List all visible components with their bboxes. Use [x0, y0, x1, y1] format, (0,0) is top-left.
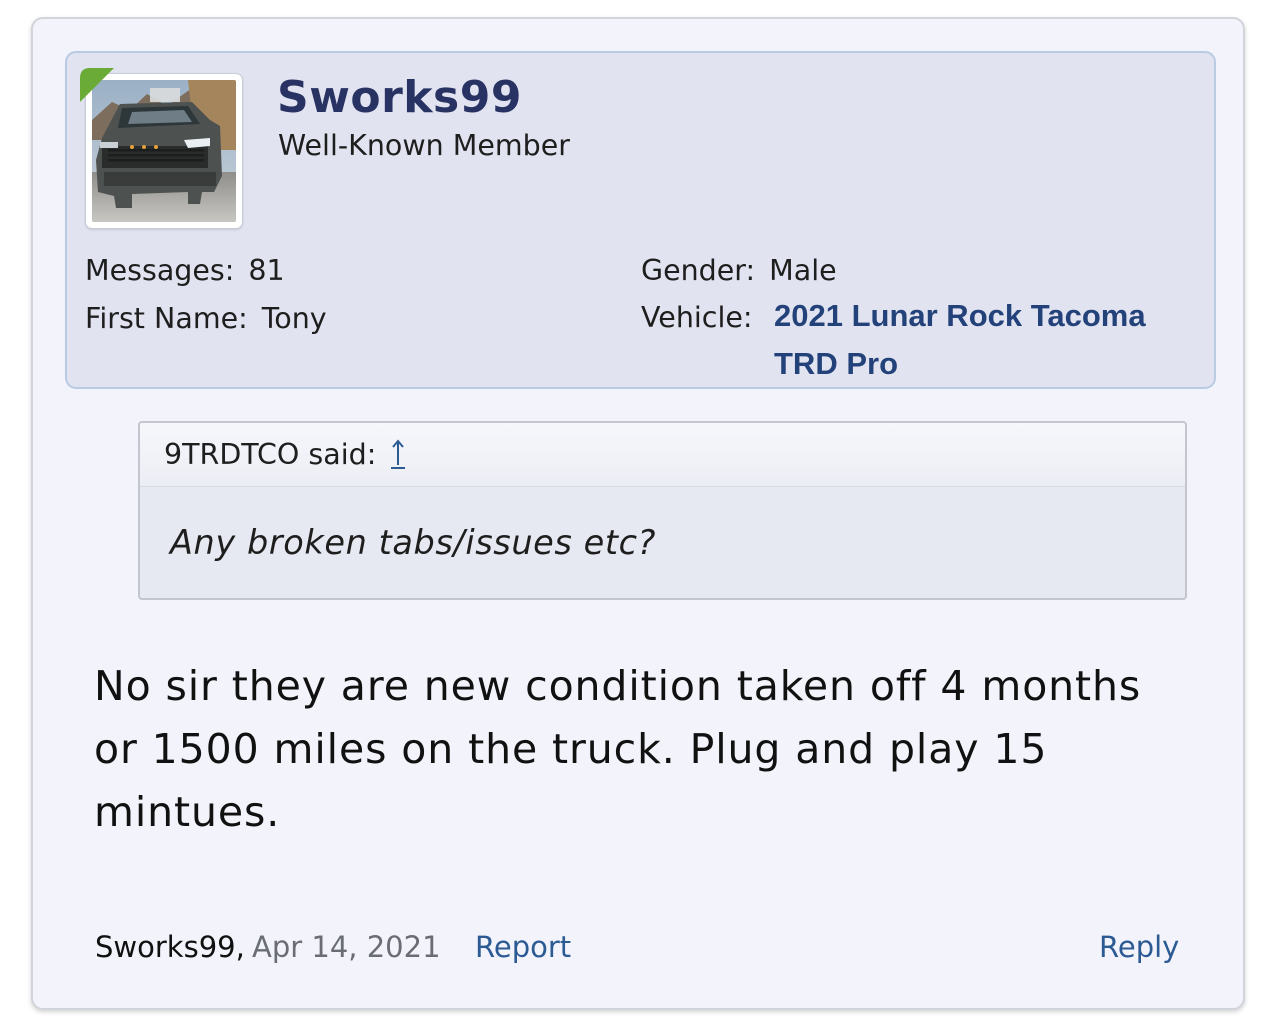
messages-label: Messages:	[85, 254, 235, 287]
avatar-frame[interactable]	[80, 68, 243, 229]
user-title: Well-Known Member	[278, 129, 571, 162]
report-link[interactable]: Report	[475, 925, 571, 969]
stat-messages: Messages: 81	[85, 247, 285, 295]
first-name-value: Tony	[261, 302, 327, 335]
quote-body: Any broken tabs/issues etc?	[170, 523, 657, 562]
post-date[interactable]: Apr 14, 2021	[252, 925, 441, 969]
quote-author: 9TRDTCO said:	[164, 438, 377, 471]
gender-value: Male	[769, 254, 837, 287]
stat-gender: Gender: Male	[641, 247, 837, 295]
reply-link[interactable]: Reply	[1099, 925, 1179, 969]
user-info-panel: Sworks99 Well-Known Member Messages: 81 F…	[65, 51, 1216, 389]
gender-label: Gender:	[641, 254, 756, 287]
stat-first-name: First Name: Tony	[85, 295, 327, 343]
first-name-label: First Name:	[85, 302, 248, 335]
post-message: No sir they are new condition taken off …	[94, 662, 1142, 836]
username[interactable]: Sworks99	[277, 69, 522, 127]
arrow-up-icon[interactable]	[389, 437, 407, 471]
messages-value: 81	[248, 254, 285, 287]
vehicle-value: 2021 Lunar Rock Tacoma TRD Pro	[774, 298, 1146, 381]
footer-author[interactable]: Sworks99,	[95, 925, 245, 969]
post-card: Sworks99 Well-Known Member Messages: 81 F…	[31, 17, 1245, 1010]
quote-header: 9TRDTCO said:	[140, 423, 1185, 487]
online-badge-icon	[80, 68, 114, 102]
quote-block: 9TRDTCO said: Any broken tabs/issues etc…	[138, 421, 1187, 600]
vehicle-label: Vehicle:	[641, 301, 753, 334]
